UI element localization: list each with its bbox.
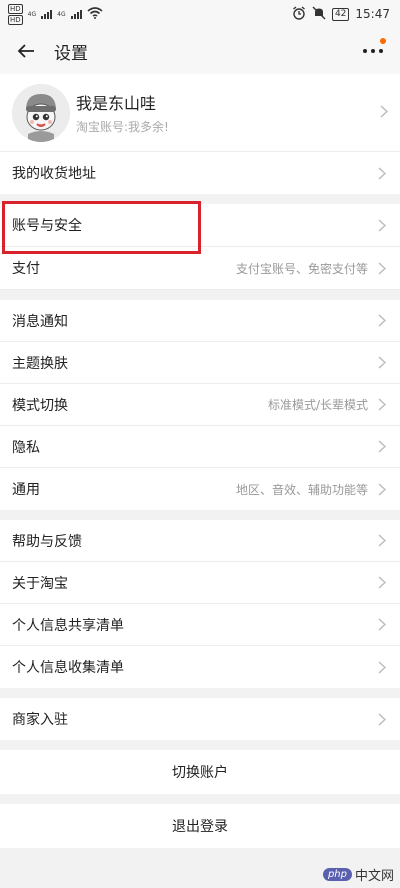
row-label: 关于淘宝 bbox=[12, 575, 68, 592]
row-label: 通用 bbox=[12, 482, 40, 498]
settings-row-help[interactable]: 帮助与反馈 bbox=[0, 520, 400, 562]
page-title: 设置 bbox=[54, 43, 88, 64]
network-type-1: 4G bbox=[27, 10, 37, 18]
chevron-right-icon bbox=[376, 576, 388, 590]
chevron-right-icon bbox=[376, 314, 388, 328]
row-label: 支付 bbox=[12, 261, 40, 277]
settings-row-payment[interactable]: 支付 支付宝账号、免密支付等 bbox=[0, 247, 400, 290]
settings-row-notifications[interactable]: 消息通知 bbox=[0, 300, 400, 342]
chevron-right-icon bbox=[376, 482, 388, 496]
settings-row-account-security[interactable]: 账号与安全 bbox=[0, 204, 400, 247]
row-label: 账号与安全 bbox=[12, 218, 82, 234]
profile-account: 淘宝账号:我多余! bbox=[76, 120, 169, 134]
settings-row-about[interactable]: 关于淘宝 bbox=[0, 562, 400, 604]
more-icon[interactable] bbox=[360, 38, 386, 64]
row-label: 帮助与反馈 bbox=[12, 533, 82, 550]
status-bar: HD HD 4G 4G 42 15:47 bbox=[0, 0, 400, 28]
row-label: 消息通知 bbox=[12, 313, 68, 330]
row-label: 个人信息共享清单 bbox=[12, 617, 124, 634]
sim-2-badge: HD bbox=[8, 14, 23, 25]
row-label: 我的收货地址 bbox=[12, 166, 96, 182]
switch-account-button[interactable]: 切换账户 bbox=[0, 750, 400, 794]
chevron-right-icon bbox=[376, 440, 388, 454]
status-right: 42 15:47 bbox=[292, 5, 390, 23]
signal-icon bbox=[41, 9, 53, 19]
profile-name: 我是东山哇 bbox=[76, 94, 157, 113]
logout-button[interactable]: 退出登录 bbox=[0, 804, 400, 848]
row-value: 地区、音效、辅助功能等 bbox=[235, 482, 368, 497]
profile-group: 我是东山哇 淘宝账号:我多余! 我的收货地址 bbox=[0, 74, 400, 194]
notification-dot bbox=[380, 38, 386, 44]
back-arrow-icon[interactable] bbox=[12, 37, 40, 65]
settings-row-mode[interactable]: 模式切换 标准模式/长辈模式 bbox=[0, 384, 400, 426]
status-left: HD HD 4G 4G bbox=[8, 3, 103, 25]
clock: 15:47 bbox=[355, 7, 390, 21]
settings-row-share-list[interactable]: 个人信息共享清单 bbox=[0, 604, 400, 646]
row-label: 商家入驻 bbox=[12, 712, 68, 728]
sim-indicators: HD HD bbox=[8, 3, 23, 25]
signal-icon bbox=[70, 9, 82, 19]
row-value: 支付宝账号、免密支付等 bbox=[235, 261, 368, 276]
settings-row-collect-list[interactable]: 个人信息收集清单 bbox=[0, 646, 400, 688]
wifi-icon bbox=[87, 6, 103, 22]
sim-1-badge: HD bbox=[8, 3, 23, 14]
battery-icon: 42 bbox=[331, 7, 350, 21]
chevron-right-icon bbox=[376, 660, 388, 674]
chevron-right-icon bbox=[376, 356, 388, 370]
chevron-right-icon bbox=[376, 534, 388, 548]
chevron-right-icon bbox=[376, 712, 388, 726]
row-label: 隐私 bbox=[12, 439, 40, 456]
chevron-right-icon bbox=[376, 261, 388, 275]
watermark: php 中文网 bbox=[322, 865, 394, 884]
settings-row-privacy[interactable]: 隐私 bbox=[0, 426, 400, 468]
network-type-2: 4G bbox=[57, 10, 66, 18]
settings-row-general[interactable]: 通用 地区、音效、辅助功能等 bbox=[0, 468, 400, 510]
merchant-group: 商家入驻 bbox=[0, 698, 400, 740]
settings-row-theme[interactable]: 主题换肤 bbox=[0, 342, 400, 384]
account-group: 账号与安全 支付 支付宝账号、免密支付等 bbox=[0, 201, 400, 290]
row-label: 个人信息收集清单 bbox=[12, 660, 124, 676]
row-label: 模式切换 bbox=[12, 397, 68, 414]
profile-info: 我是东山哇 淘宝账号:我多余! bbox=[76, 90, 169, 135]
avatar bbox=[12, 83, 70, 142]
settings-row-merchant[interactable]: 商家入驻 bbox=[0, 698, 400, 740]
watermark-text: 中文网 bbox=[354, 869, 394, 884]
watermark-logo: php bbox=[322, 868, 352, 881]
preferences-group: 消息通知 主题换肤 模式切换 标准模式/长辈模式 隐私 通用 地区、音效、辅助功… bbox=[0, 300, 400, 510]
row-label: 主题换肤 bbox=[12, 355, 68, 372]
nav-bar: 设置 bbox=[0, 28, 400, 74]
profile-row[interactable]: 我是东山哇 淘宝账号:我多余! bbox=[0, 74, 400, 152]
chevron-right-icon bbox=[376, 398, 388, 412]
row-value: 标准模式/长辈模式 bbox=[267, 398, 368, 412]
mute-icon bbox=[312, 6, 326, 23]
chevron-right-icon bbox=[376, 218, 388, 232]
about-group: 帮助与反馈 关于淘宝 个人信息共享清单 个人信息收集清单 bbox=[0, 520, 400, 688]
alarm-icon bbox=[292, 5, 306, 23]
chevron-right-icon bbox=[376, 166, 388, 180]
chevron-right-icon bbox=[376, 618, 388, 632]
settings-row-address[interactable]: 我的收货地址 bbox=[0, 152, 400, 194]
chevron-right-icon bbox=[380, 103, 389, 122]
